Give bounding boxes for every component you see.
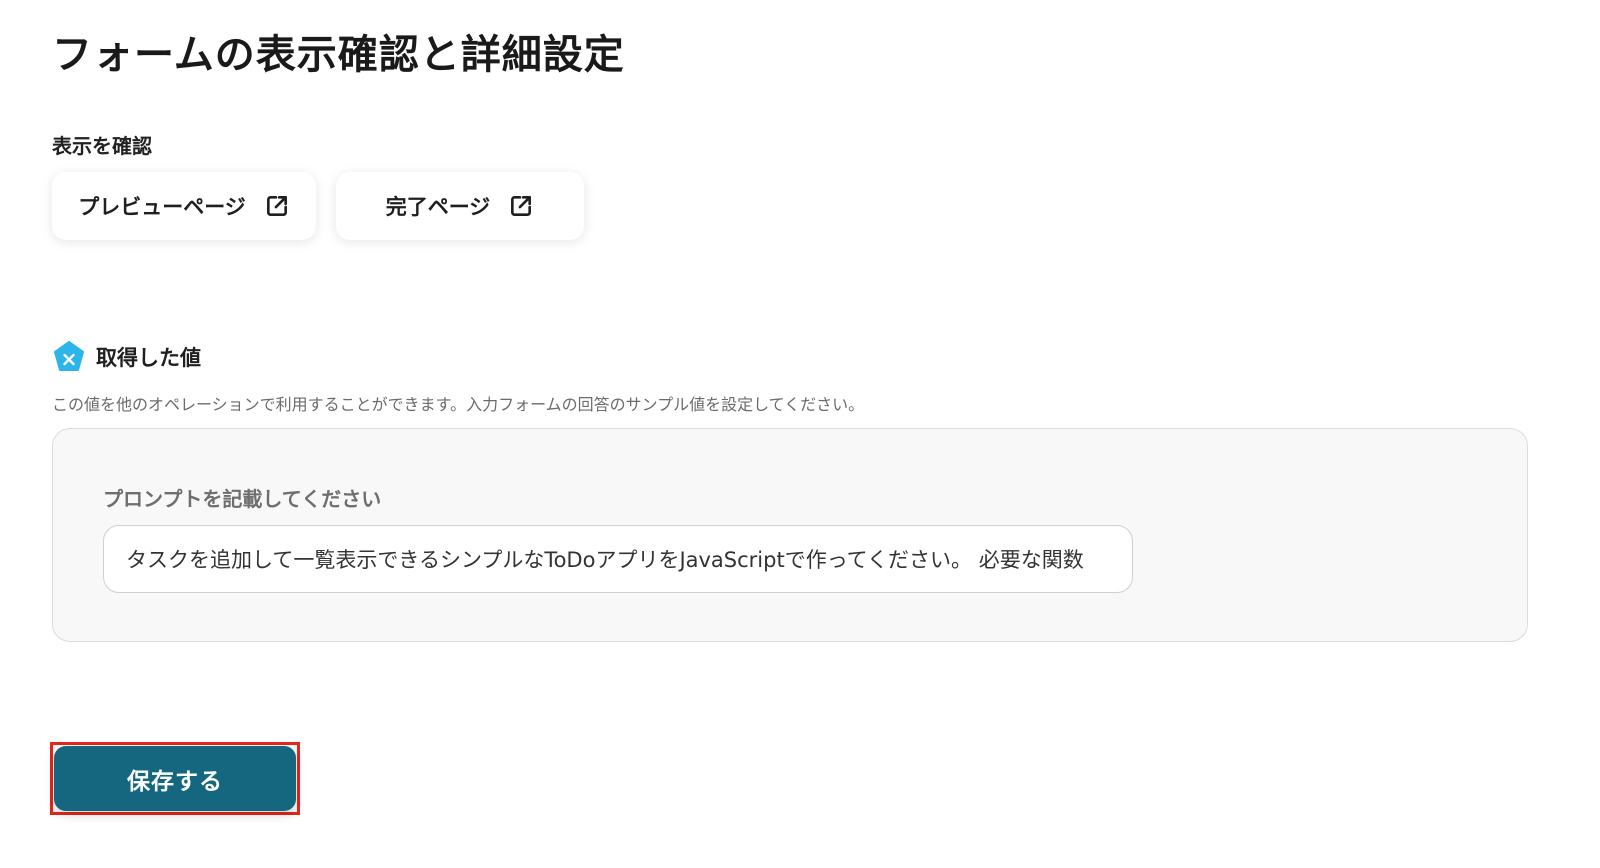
x-pentagon-icon: [54, 341, 84, 371]
prompt-input-value: タスクを追加して一覧表示できるシンプルなToDoアプリをJavaScriptで作…: [126, 548, 1084, 572]
preview-page-label: プレビューページ: [78, 195, 246, 219]
sample-value-panel: プロンプトを記載してください タスクを追加して一覧表示できるシンプルなToDoア…: [52, 428, 1528, 642]
form-settings-page: フォームの表示確認と詳細設定 表示を確認 プレビューページ 完了ページ 取得した…: [0, 0, 1600, 868]
complete-page-button[interactable]: 完了ページ: [336, 172, 584, 240]
prompt-field-label: プロンプトを記載してください: [103, 487, 382, 511]
external-link-icon: [266, 196, 287, 216]
acquired-values-header: 取得した値: [52, 340, 201, 374]
preview-page-button[interactable]: プレビューページ: [52, 172, 316, 240]
page-title: フォームの表示確認と詳細設定: [52, 32, 625, 78]
external-link-icon: [511, 196, 532, 216]
display-check-label: 表示を確認: [52, 134, 152, 158]
save-button[interactable]: 保存する: [54, 746, 296, 811]
acquired-values-description: この値を他のオペレーションで利用することができます。入力フォームの回答のサンプル…: [52, 395, 865, 414]
prompt-input[interactable]: タスクを追加して一覧表示できるシンプルなToDoアプリをJavaScriptで作…: [103, 525, 1133, 593]
complete-page-label: 完了ページ: [385, 195, 491, 219]
acquired-values-title: 取得した値: [96, 346, 201, 370]
